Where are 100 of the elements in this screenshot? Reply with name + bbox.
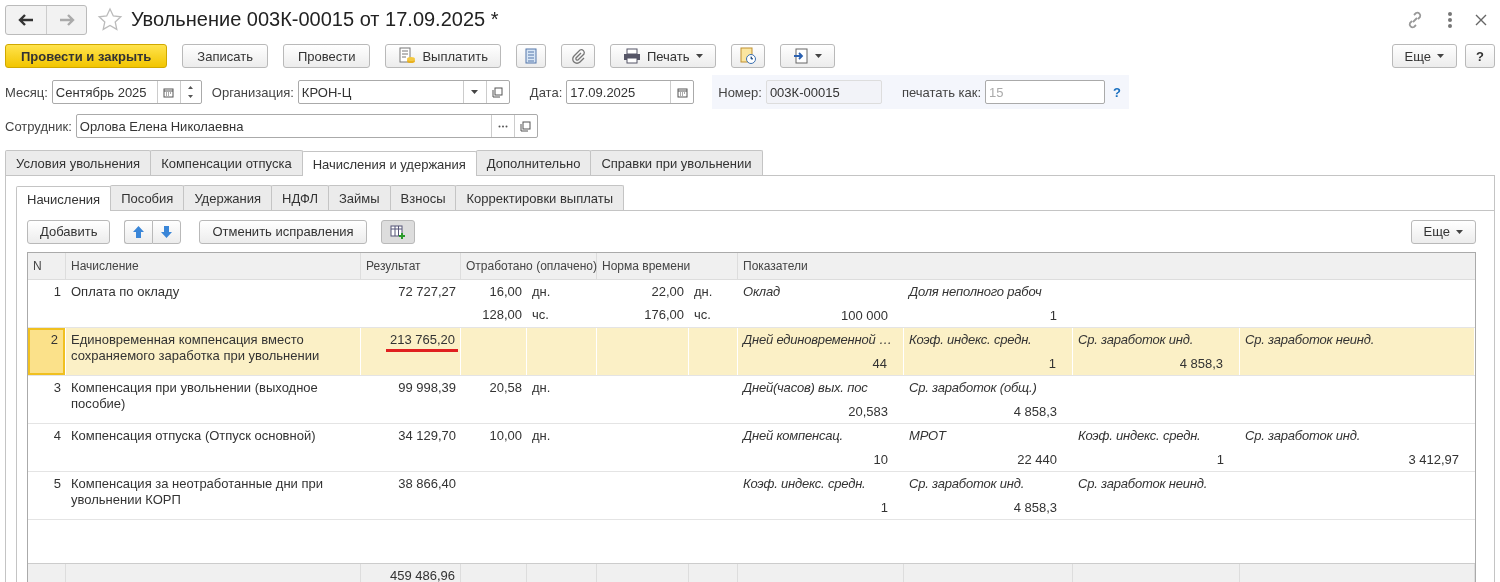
attach-button[interactable]: [560, 44, 595, 68]
cancel-corrections-button[interactable]: Отменить исправления: [199, 219, 367, 244]
indicator-label: Доля неполного рабоч: [909, 284, 1043, 299]
indicator-label: Ср. заработок неинд.: [1078, 476, 1209, 491]
caret-icon: [1437, 54, 1445, 58]
help-button[interactable]: ?: [1465, 44, 1495, 68]
toolbar-button[interactable]: Провести: [282, 44, 371, 68]
table-row[interactable]: 2 Единовременная компенсация вместо сохраняемого заработка при увольнении 213 765,20 Дней единовременной … 44 Коэф. индекс. средн. 1 Ср. заработок инд. 4 858,3 Ср. заработок неинд.: [28, 328, 1475, 376]
paperclip-icon: [569, 48, 586, 64]
tab[interactable]: Взносы: [389, 185, 457, 210]
field-label: Организация:: [211, 84, 294, 100]
caret-icon: [1456, 229, 1463, 234]
table-cell: 4 858,3: [1013, 500, 1057, 515]
tab[interactable]: Пособия: [110, 185, 185, 210]
indicator-label: Ср. заработок инд.: [909, 476, 1026, 491]
table-cell: 22,00: [651, 284, 684, 299]
tab[interactable]: Справки при увольнении: [590, 150, 763, 175]
indicator-label: Дней(часов) вых. пос: [743, 380, 869, 395]
indicator-label: Дней компенсац.: [743, 428, 844, 443]
more-icon[interactable]: [1447, 10, 1453, 29]
arrow-left-icon: [18, 13, 34, 26]
employee-field[interactable]: Орлова Елена Николаевна: [75, 114, 538, 138]
print-button[interactable]: Печать: [609, 44, 716, 68]
tab[interactable]: Корректировки выплаты: [455, 185, 625, 210]
indicator-label: Коэф. индекс. средн.: [743, 476, 867, 491]
table-settings-button[interactable]: [380, 219, 415, 244]
month-field[interactable]: Сентябрь 2025: [51, 80, 202, 104]
table-cell: 1: [1216, 452, 1224, 467]
indicator-label: Ср. заработок неинд.: [1245, 332, 1376, 347]
table-cell: 34 129,70: [398, 428, 456, 443]
toolbar-button[interactable]: Записать: [182, 44, 268, 68]
column-header: Показатели: [742, 258, 809, 275]
table-cell-text: Оплата по окладу: [71, 284, 181, 300]
printer-icon: [622, 48, 641, 64]
indicator-label: Дней единовременной …: [743, 332, 893, 347]
more-button[interactable]: Еще: [1410, 219, 1476, 244]
tab[interactable]: Начисления и удержания: [301, 151, 477, 176]
table-row[interactable]: 5 Компенсация за неотработанные дни при увольнении КОРП 38 866,40 Коэф. индекс. средн. 1 Ср. заработок инд. 4 858,3 Ср. заработок неинд.: [28, 472, 1475, 520]
indicator-label: Ср. заработок инд.: [1245, 428, 1362, 443]
close-icon[interactable]: [1475, 13, 1487, 26]
list-button[interactable]: [515, 44, 546, 68]
table-cell: 100 000: [841, 308, 888, 323]
field-label: Сотрудник:: [5, 118, 72, 134]
print-as-field[interactable]: 15: [985, 80, 1106, 104]
table-cell: 16,00: [489, 284, 522, 299]
tab[interactable]: Удержания: [183, 185, 273, 210]
star-icon[interactable]: [97, 6, 123, 33]
table-cell: 1: [880, 500, 888, 515]
organization-field[interactable]: КРОН-Ц: [297, 80, 510, 104]
date-field[interactable]: 17.09.2025: [566, 80, 695, 104]
table-cell: 128,00: [482, 307, 522, 322]
more-button[interactable]: Еще: [1391, 44, 1458, 68]
tab[interactable]: Компенсации отпуска: [150, 150, 303, 175]
table-cell-text: Компенсация при увольнении (выходное пособие): [71, 380, 319, 412]
document-clock-icon: [739, 47, 756, 65]
table-cell: 22 440: [1017, 452, 1057, 467]
table-cell-text: дн.: [532, 428, 552, 443]
table-cell-text: дн.: [694, 284, 714, 299]
column-header: Начисление: [66, 253, 361, 279]
table-cell: 4 858,3: [1179, 356, 1223, 371]
table-cell: 1: [1048, 356, 1056, 371]
number-field[interactable]: 003К-00015: [765, 80, 882, 104]
indicator-label: Оклад: [743, 284, 781, 299]
table-cell-text: 5: [53, 475, 62, 491]
move-up-button[interactable]: [124, 219, 153, 244]
tab[interactable]: НДФЛ: [271, 185, 329, 210]
indicator-label: Коэф. индекс. средн.: [909, 332, 1033, 347]
table-cell: 44: [872, 356, 887, 371]
column-header: Результат: [361, 253, 461, 279]
window-title: Увольнение 003К-00015 от 17.09.2025 *: [131, 8, 499, 31]
document-coins-icon: [398, 47, 417, 65]
table-row[interactable]: 4 Компенсация отпуска (Отпуск основной) 34 129,70 10,00 дн. Дней компенсац. 10 МРОТ 22 440 Коэф. индекс. средн. 1 Ср. заработок инд. 3 412,97: [28, 424, 1475, 472]
pay-button[interactable]: Выплатить: [385, 44, 501, 68]
indicator-label: Ср. заработок инд.: [1078, 332, 1195, 347]
arrow-right-icon: [58, 13, 75, 26]
table-cell-text: чс.: [694, 307, 712, 322]
tab[interactable]: Условия увольнения: [5, 150, 152, 175]
caret-icon: [695, 54, 703, 58]
list-icon: [524, 48, 537, 64]
table-cell-text: Компенсация отпуска (Отпуск основной): [71, 428, 317, 444]
column-header: Норма времени: [597, 253, 738, 279]
arrow-down-icon: [161, 225, 173, 238]
table-cell-text: Компенсация за неотработанные дни при увольнении КОРП: [71, 476, 324, 508]
tab[interactable]: Начисления: [16, 186, 112, 211]
table-cell: 38 866,40: [398, 476, 456, 491]
indicator-label: МРОТ: [909, 428, 948, 443]
tab[interactable]: Дополнительно: [475, 150, 592, 175]
tab[interactable]: Займы: [327, 185, 391, 210]
field-label: печатать как:: [901, 84, 982, 100]
arrow-up-icon: [133, 225, 145, 238]
export-button[interactable]: [779, 44, 835, 68]
help-link[interactable]: ?: [1113, 84, 1121, 100]
field-label: Дата:: [529, 84, 563, 100]
post-close-button[interactable]: Провести и закрыть: [5, 44, 168, 68]
table-cell: 20,58: [489, 380, 522, 395]
table-plus-icon: [389, 224, 406, 239]
table-cell: 20,583: [848, 404, 888, 419]
move-down-button[interactable]: [152, 219, 182, 244]
table-cell-text: 3: [53, 379, 62, 395]
add-button[interactable]: Добавить: [27, 219, 111, 244]
